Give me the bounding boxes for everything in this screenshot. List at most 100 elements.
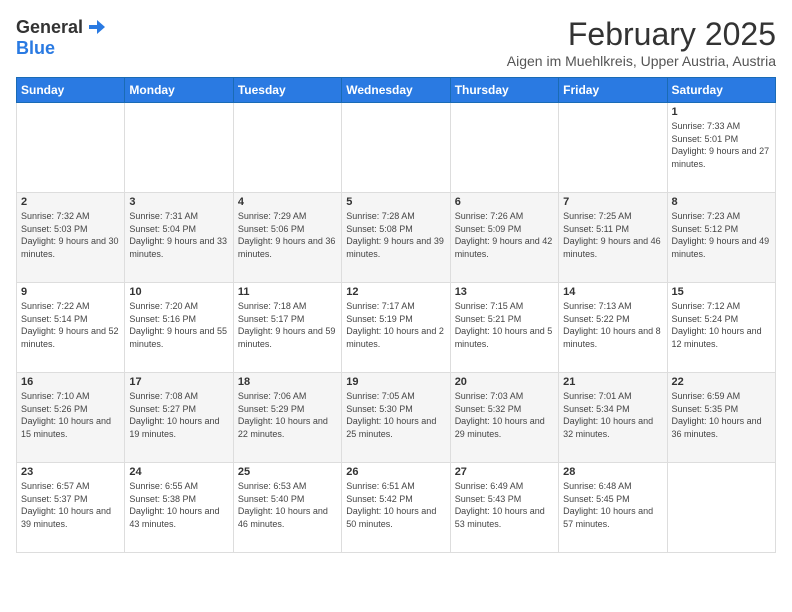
calendar-week-5: 23 Sunrise: 6:57 AM Sunset: 5:37 PM Dayli… — [17, 463, 776, 553]
day-content: Sunrise: 7:33 AM Sunset: 5:01 PM Dayligh… — [672, 120, 771, 170]
day-number: 18 — [238, 376, 337, 388]
calendar-cell: 1 Sunrise: 7:33 AM Sunset: 5:01 PM Daylig… — [667, 103, 775, 193]
calendar-cell: 16 Sunrise: 7:10 AM Sunset: 5:26 PM Dayli… — [17, 373, 125, 463]
day-content: Sunrise: 7:08 AM Sunset: 5:27 PM Dayligh… — [129, 390, 228, 440]
day-content: Sunrise: 7:12 AM Sunset: 5:24 PM Dayligh… — [672, 300, 771, 350]
calendar-cell: 9 Sunrise: 7:22 AM Sunset: 5:14 PM Daylig… — [17, 283, 125, 373]
day-number: 28 — [563, 466, 662, 478]
calendar-cell: 11 Sunrise: 7:18 AM Sunset: 5:17 PM Dayli… — [233, 283, 341, 373]
day-content: Sunrise: 7:18 AM Sunset: 5:17 PM Dayligh… — [238, 300, 337, 350]
calendar-cell: 23 Sunrise: 6:57 AM Sunset: 5:37 PM Dayli… — [17, 463, 125, 553]
page-header: General Blue February 2025 Aigen im Mueh… — [16, 16, 776, 69]
weekday-header-friday: Friday — [559, 78, 667, 103]
logo-icon — [85, 16, 107, 38]
calendar-cell: 6 Sunrise: 7:26 AM Sunset: 5:09 PM Daylig… — [450, 193, 558, 283]
weekday-header-tuesday: Tuesday — [233, 78, 341, 103]
day-number: 10 — [129, 286, 228, 298]
calendar-cell: 3 Sunrise: 7:31 AM Sunset: 5:04 PM Daylig… — [125, 193, 233, 283]
day-number: 24 — [129, 466, 228, 478]
day-content: Sunrise: 7:26 AM Sunset: 5:09 PM Dayligh… — [455, 210, 554, 260]
day-content: Sunrise: 7:17 AM Sunset: 5:19 PM Dayligh… — [346, 300, 445, 350]
calendar-cell: 12 Sunrise: 7:17 AM Sunset: 5:19 PM Dayli… — [342, 283, 450, 373]
day-content: Sunrise: 7:23 AM Sunset: 5:12 PM Dayligh… — [672, 210, 771, 260]
day-number: 2 — [21, 196, 120, 208]
calendar-cell: 8 Sunrise: 7:23 AM Sunset: 5:12 PM Daylig… — [667, 193, 775, 283]
day-content: Sunrise: 7:10 AM Sunset: 5:26 PM Dayligh… — [21, 390, 120, 440]
calendar-cell — [450, 103, 558, 193]
day-content: Sunrise: 6:53 AM Sunset: 5:40 PM Dayligh… — [238, 480, 337, 530]
calendar-cell: 2 Sunrise: 7:32 AM Sunset: 5:03 PM Daylig… — [17, 193, 125, 283]
logo-blue-text: Blue — [16, 38, 55, 59]
day-content: Sunrise: 7:32 AM Sunset: 5:03 PM Dayligh… — [21, 210, 120, 260]
day-content: Sunrise: 7:13 AM Sunset: 5:22 PM Dayligh… — [563, 300, 662, 350]
day-content: Sunrise: 7:20 AM Sunset: 5:16 PM Dayligh… — [129, 300, 228, 350]
calendar-cell: 17Sunrise: 7:08 AM Sunset: 5:27 PM Dayli… — [125, 373, 233, 463]
day-number: 3 — [129, 196, 228, 208]
calendar-cell: 18 Sunrise: 7:06 AM Sunset: 5:29 PM Dayli… — [233, 373, 341, 463]
day-content: Sunrise: 6:51 AM Sunset: 5:42 PM Dayligh… — [346, 480, 445, 530]
day-content: Sunrise: 7:06 AM Sunset: 5:29 PM Dayligh… — [238, 390, 337, 440]
day-number: 13 — [455, 286, 554, 298]
calendar-cell: 28 Sunrise: 6:48 AM Sunset: 5:45 PM Dayli… — [559, 463, 667, 553]
calendar-table: SundayMondayTuesdayWednesdayThursdayFrid… — [16, 77, 776, 553]
calendar-week-2: 2 Sunrise: 7:32 AM Sunset: 5:03 PM Daylig… — [17, 193, 776, 283]
weekday-header-row: SundayMondayTuesdayWednesdayThursdayFrid… — [17, 78, 776, 103]
day-content: Sunrise: 7:31 AM Sunset: 5:04 PM Dayligh… — [129, 210, 228, 260]
calendar-cell: 14Sunrise: 7:13 AM Sunset: 5:22 PM Dayli… — [559, 283, 667, 373]
calendar-cell: 13 Sunrise: 7:15 AM Sunset: 5:21 PM Dayli… — [450, 283, 558, 373]
day-number: 25 — [238, 466, 337, 478]
day-number: 26 — [346, 466, 445, 478]
weekday-header-thursday: Thursday — [450, 78, 558, 103]
calendar-cell — [17, 103, 125, 193]
day-content: Sunrise: 7:01 AM Sunset: 5:34 PM Dayligh… — [563, 390, 662, 440]
weekday-header-wednesday: Wednesday — [342, 78, 450, 103]
day-content: Sunrise: 6:55 AM Sunset: 5:38 PM Dayligh… — [129, 480, 228, 530]
weekday-header-saturday: Saturday — [667, 78, 775, 103]
title-block: February 2025 Aigen im Muehlkreis, Upper… — [507, 16, 776, 69]
logo-general-text: General — [16, 17, 83, 38]
day-number: 19 — [346, 376, 445, 388]
day-content: Sunrise: 7:28 AM Sunset: 5:08 PM Dayligh… — [346, 210, 445, 260]
calendar-cell: 10 Sunrise: 7:20 AM Sunset: 5:16 PM Dayli… — [125, 283, 233, 373]
day-content: Sunrise: 7:03 AM Sunset: 5:32 PM Dayligh… — [455, 390, 554, 440]
day-number: 8 — [672, 196, 771, 208]
day-number: 1 — [672, 106, 771, 118]
day-number: 15 — [672, 286, 771, 298]
day-content: Sunrise: 7:22 AM Sunset: 5:14 PM Dayligh… — [21, 300, 120, 350]
calendar-cell: 21 Sunrise: 7:01 AM Sunset: 5:34 PM Dayli… — [559, 373, 667, 463]
weekday-header-sunday: Sunday — [17, 78, 125, 103]
calendar-cell: 24 Sunrise: 6:55 AM Sunset: 5:38 PM Dayli… — [125, 463, 233, 553]
day-number: 11 — [238, 286, 337, 298]
calendar-cell — [233, 103, 341, 193]
day-content: Sunrise: 6:49 AM Sunset: 5:43 PM Dayligh… — [455, 480, 554, 530]
day-number: 16 — [21, 376, 120, 388]
day-content: Sunrise: 6:57 AM Sunset: 5:37 PM Dayligh… — [21, 480, 120, 530]
day-content: Sunrise: 7:15 AM Sunset: 5:21 PM Dayligh… — [455, 300, 554, 350]
day-content: Sunrise: 6:48 AM Sunset: 5:45 PM Dayligh… — [563, 480, 662, 530]
day-number: 6 — [455, 196, 554, 208]
day-number: 9 — [21, 286, 120, 298]
calendar-cell: 27 Sunrise: 6:49 AM Sunset: 5:43 PM Dayli… — [450, 463, 558, 553]
calendar-cell: 25 Sunrise: 6:53 AM Sunset: 5:40 PM Dayli… — [233, 463, 341, 553]
calendar-cell — [559, 103, 667, 193]
calendar-cell — [342, 103, 450, 193]
calendar-cell: 7Sunrise: 7:25 AM Sunset: 5:11 PM Daylig… — [559, 193, 667, 283]
calendar-cell: 20Sunrise: 7:03 AM Sunset: 5:32 PM Dayli… — [450, 373, 558, 463]
calendar-subtitle: Aigen im Muehlkreis, Upper Austria, Aust… — [507, 53, 776, 69]
day-number: 23 — [21, 466, 120, 478]
calendar-title: February 2025 — [507, 16, 776, 53]
calendar-cell — [125, 103, 233, 193]
calendar-cell: 22Sunrise: 6:59 AM Sunset: 5:35 PM Dayli… — [667, 373, 775, 463]
calendar-cell: 4 Sunrise: 7:29 AM Sunset: 5:06 PM Daylig… — [233, 193, 341, 283]
calendar-cell — [667, 463, 775, 553]
day-content: Sunrise: 6:59 AM Sunset: 5:35 PM Dayligh… — [672, 390, 771, 440]
logo: General Blue — [16, 16, 107, 59]
day-number: 27 — [455, 466, 554, 478]
day-number: 21 — [563, 376, 662, 388]
day-content: Sunrise: 7:25 AM Sunset: 5:11 PM Dayligh… — [563, 210, 662, 260]
calendar-week-4: 16 Sunrise: 7:10 AM Sunset: 5:26 PM Dayli… — [17, 373, 776, 463]
day-content: Sunrise: 7:05 AM Sunset: 5:30 PM Dayligh… — [346, 390, 445, 440]
day-number: 12 — [346, 286, 445, 298]
day-number: 4 — [238, 196, 337, 208]
day-content: Sunrise: 7:29 AM Sunset: 5:06 PM Dayligh… — [238, 210, 337, 260]
